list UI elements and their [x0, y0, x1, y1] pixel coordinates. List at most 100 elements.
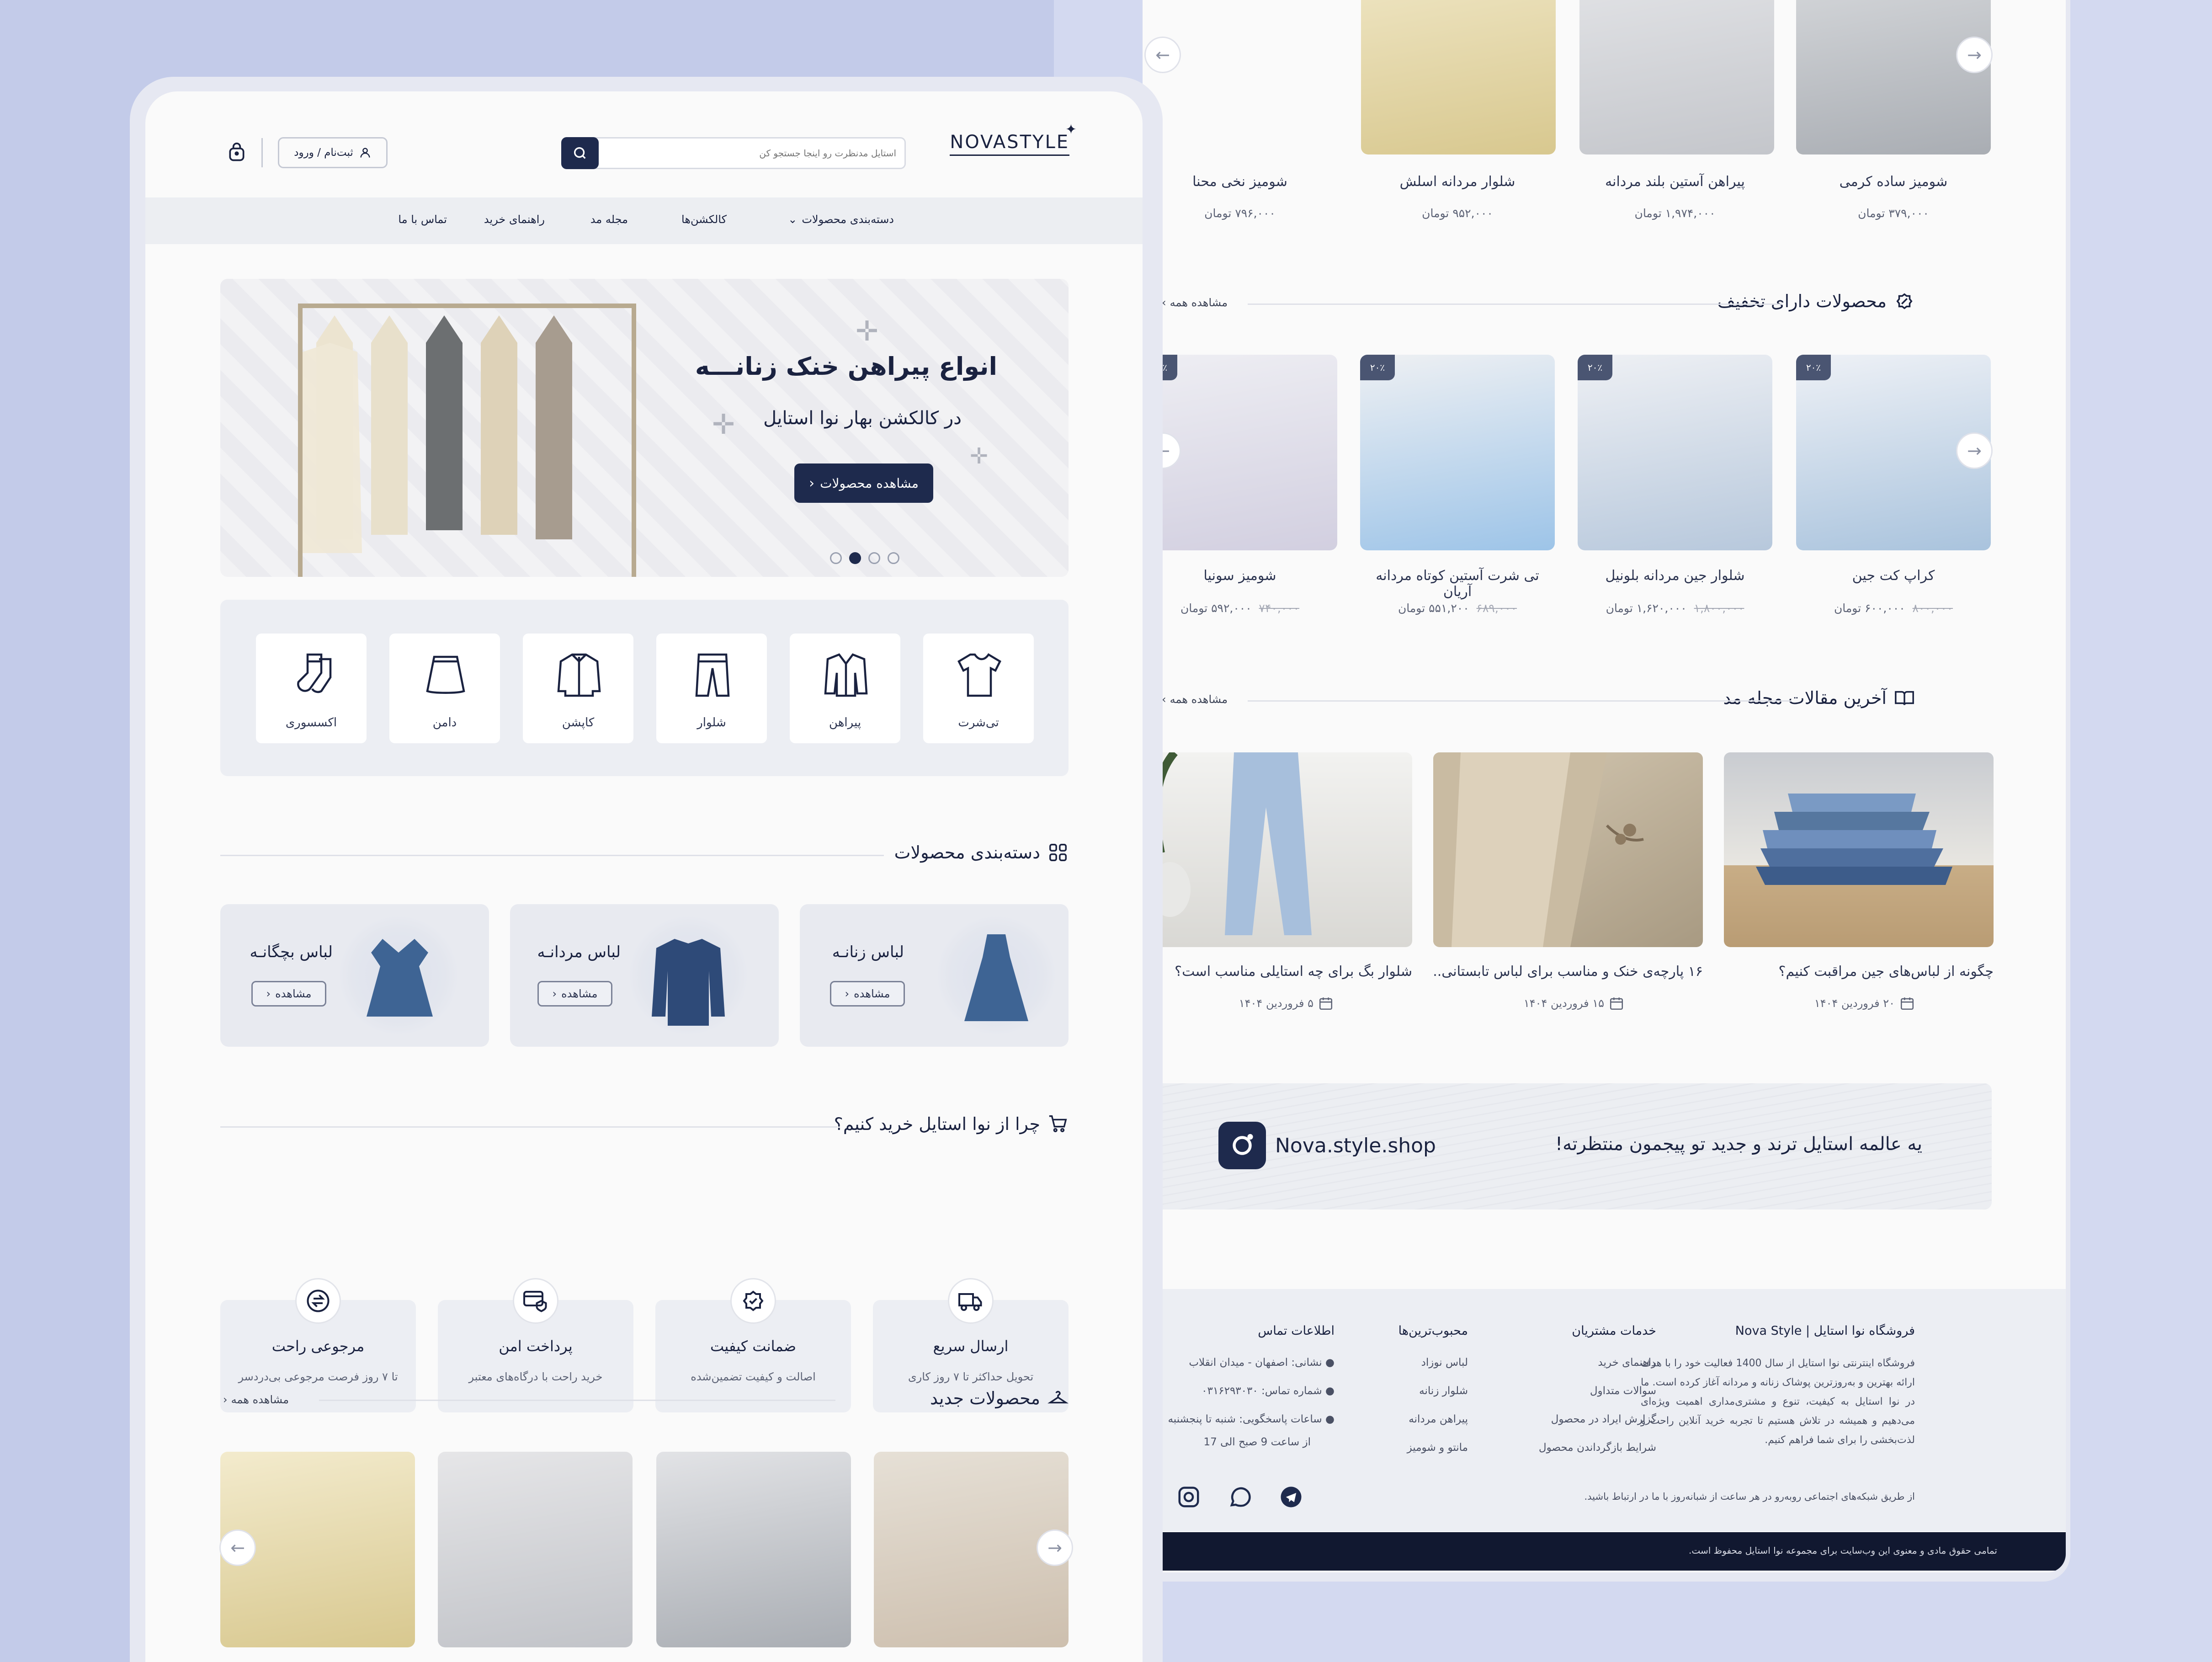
product-image[interactable]	[656, 1452, 851, 1647]
product-name[interactable]: تی شرت آستین کوتاه مردانه آریان	[1360, 568, 1555, 600]
hero-title: انواع پیراهن خنک زنانـــه	[695, 352, 997, 381]
article-image[interactable]	[1433, 752, 1703, 947]
group-view-button[interactable]: مشاهده ‹	[830, 981, 905, 1007]
product-price: ۱,۹۷۴,۰۰۰ تومان	[1634, 207, 1716, 220]
why-card: ضمانت کیفیت اصالت و کیفیت تضمین‌شده	[655, 1278, 851, 1412]
category-jacket[interactable]: کاپشن	[522, 633, 634, 744]
footer-link[interactable]: لباس نوزاد	[1421, 1357, 1468, 1369]
category-accessory[interactable]: اکسسوری	[255, 633, 367, 744]
search-bar	[561, 137, 906, 169]
group-women[interactable]: لباس زنانـه مشاهده ‹	[800, 904, 1069, 1047]
discount-section-title: محصولات دارای تخفیف	[1717, 291, 1915, 312]
product-image[interactable]	[1361, 0, 1556, 154]
category-shirt[interactable]: پیراهن	[789, 633, 901, 744]
hanger-icon	[1048, 1388, 1069, 1409]
product-image[interactable]	[1579, 0, 1774, 154]
product-name[interactable]: شلوار مردانه اسلش	[1360, 174, 1555, 190]
footer-popular-title: محبوب‌ترین‌ها	[1398, 1324, 1468, 1338]
footer-link[interactable]: پیراهن مردانه	[1409, 1413, 1468, 1425]
category-tshirt[interactable]: تی‌شرت	[922, 633, 1035, 744]
discount-badge: ۲۰٪	[1796, 355, 1831, 380]
instagram-banner[interactable]: یه عالمه استایل ترند و جدید تو پیجمون من…	[1143, 1083, 1992, 1209]
chevron-down-icon: ⌄	[788, 213, 798, 226]
product-price: ۷۹۶,۰۰۰ تومان	[1204, 207, 1276, 220]
article-title[interactable]: چگونه از لباس‌های جین مراقبت کنیم؟	[1724, 964, 1994, 980]
sparkle-icon: ✦	[1065, 122, 1077, 138]
left-page: NOVASTYLE ✦ ثبت‌نام / ورود دسته‌بندی محص…	[145, 91, 1143, 1662]
hero-slider[interactable]: ✛ ✛ ✛ انواع پیراهن خنک زنانـــه در کالکش…	[220, 279, 1069, 577]
cart-bag-icon	[229, 143, 245, 161]
group-image	[937, 916, 1056, 1035]
sparkle-icon: ✛	[856, 315, 879, 347]
see-all-link[interactable]: مشاهده همه ›	[1162, 693, 1228, 706]
search-input[interactable]	[601, 138, 903, 168]
see-all-link[interactable]: مشاهده همه ›	[1162, 296, 1228, 309]
nav-item-magazine[interactable]: مجله مد	[590, 213, 628, 226]
group-view-button[interactable]: مشاهده ‹	[537, 981, 612, 1007]
product-name[interactable]: شومیز ساده کرمی	[1796, 174, 1991, 190]
cart-button[interactable]	[223, 139, 250, 166]
section-divider	[220, 1126, 837, 1128]
product-price: ۳۷۹,۰۰۰ تومان	[1858, 207, 1929, 220]
new-products-title: محصولات جدید	[930, 1388, 1069, 1409]
hero-cta-button[interactable]: مشاهده محصولات ‹	[794, 463, 933, 503]
whatsapp-icon[interactable]	[1228, 1485, 1252, 1509]
search-button[interactable]	[561, 137, 599, 169]
copyright-text: تمامی حقوق مادی و معنوی این وب‌سایت برای…	[1689, 1545, 1997, 1556]
product-image[interactable]	[438, 1452, 633, 1647]
article-title[interactable]: شلوار بگ برای چه استایلی مناسب است؟	[1143, 964, 1412, 980]
article-title[interactable]: ۱۶ پارچه‌ی خنک و مناسب برای لباس تابستان…	[1433, 964, 1703, 980]
logo[interactable]: NOVASTYLE ✦	[950, 122, 1077, 156]
section-divider	[319, 1400, 835, 1401]
group-kids[interactable]: لباس بچگانـه مشاهده ‹	[220, 904, 489, 1047]
category-pants[interactable]: شلوار	[655, 633, 768, 744]
product-image[interactable]: ۲۰٪	[1360, 355, 1555, 550]
product-name[interactable]: شومیز نخی محنا	[1143, 174, 1337, 190]
article-image[interactable]	[1143, 752, 1412, 947]
product-price-row: ۱,۸۰۰,۰۰۰ ۱,۶۲۰,۰۰۰ تومان	[1606, 602, 1744, 615]
pants-icon	[695, 653, 730, 697]
footer-link[interactable]: شلوار زنانه	[1419, 1385, 1468, 1397]
calendar-icon	[1899, 996, 1915, 1011]
product-name[interactable]: شلوار جین مردانه بلونیل	[1578, 568, 1772, 584]
article-image[interactable]	[1724, 752, 1994, 947]
see-all-link[interactable]: مشاهده همه ‹	[223, 1393, 289, 1406]
slider-dot-active[interactable]	[849, 552, 861, 564]
group-view-button[interactable]: مشاهده ‹	[251, 981, 326, 1007]
nav-item-contact[interactable]: تماس با ما	[398, 213, 447, 226]
carousel-next-button[interactable]: →	[1956, 37, 1993, 73]
product-image[interactable]: ۲۰٪	[1578, 355, 1772, 550]
calendar-icon	[1609, 996, 1624, 1011]
login-button[interactable]: ثبت‌نام / ورود	[278, 137, 388, 168]
product-name[interactable]: پیراهن آستین بلند مردانه	[1578, 174, 1772, 190]
contact-phone: ● شماره تماس: ۰۳۱۶۲۹۳۰۳۰	[1202, 1385, 1335, 1397]
nav-item-collections[interactable]: کالکشن‌ها	[681, 213, 727, 226]
nav-item-categories[interactable]: دسته‌بندی محصولات ⌄	[788, 213, 894, 226]
product-name[interactable]: کراپ کت جین	[1796, 568, 1991, 584]
product-price-row: ۶۸۹,۰۰۰ ۵۵۱,۲۰۰ تومان	[1398, 602, 1517, 615]
carousel-next-button[interactable]: →	[1037, 1529, 1073, 1566]
category-skirt[interactable]: دامن	[388, 633, 501, 744]
carousel-next-button[interactable]: →	[1956, 432, 1993, 469]
product-name[interactable]: شومیز سونیا	[1143, 568, 1337, 584]
instagram-icon[interactable]	[1176, 1485, 1201, 1509]
nav-item-buying-guide[interactable]: راهنمای خرید	[484, 213, 545, 226]
telegram-icon[interactable]	[1279, 1485, 1303, 1509]
slider-dot[interactable]	[868, 552, 880, 564]
group-image	[629, 916, 748, 1035]
slider-dot[interactable]	[888, 552, 899, 564]
footer-link[interactable]: شرایط بازگرداندن محصول	[1539, 1442, 1656, 1454]
return-icon	[295, 1278, 341, 1324]
carousel-prev-button[interactable]: ←	[219, 1529, 256, 1566]
footer-link[interactable]: راهنمای خرید	[1598, 1357, 1656, 1369]
footer-link[interactable]: سوالات متداول	[1590, 1385, 1656, 1397]
carousel-prev-button[interactable]: ←	[1144, 37, 1181, 73]
slider-dot[interactable]	[830, 552, 842, 564]
banner-text: یه عالمه استایل ترند و جدید تو پیجمون من…	[1555, 1134, 1922, 1155]
footer-link[interactable]: گزارش ایراد در محصول	[1551, 1413, 1656, 1425]
groups-section-title: دسته‌بندی محصولات	[894, 842, 1069, 863]
group-image	[339, 916, 458, 1035]
group-men[interactable]: لباس مردانـه مشاهده ‹	[510, 904, 779, 1047]
product-image[interactable]	[1796, 0, 1991, 154]
footer-link[interactable]: مانتو و شومیز	[1407, 1442, 1468, 1454]
